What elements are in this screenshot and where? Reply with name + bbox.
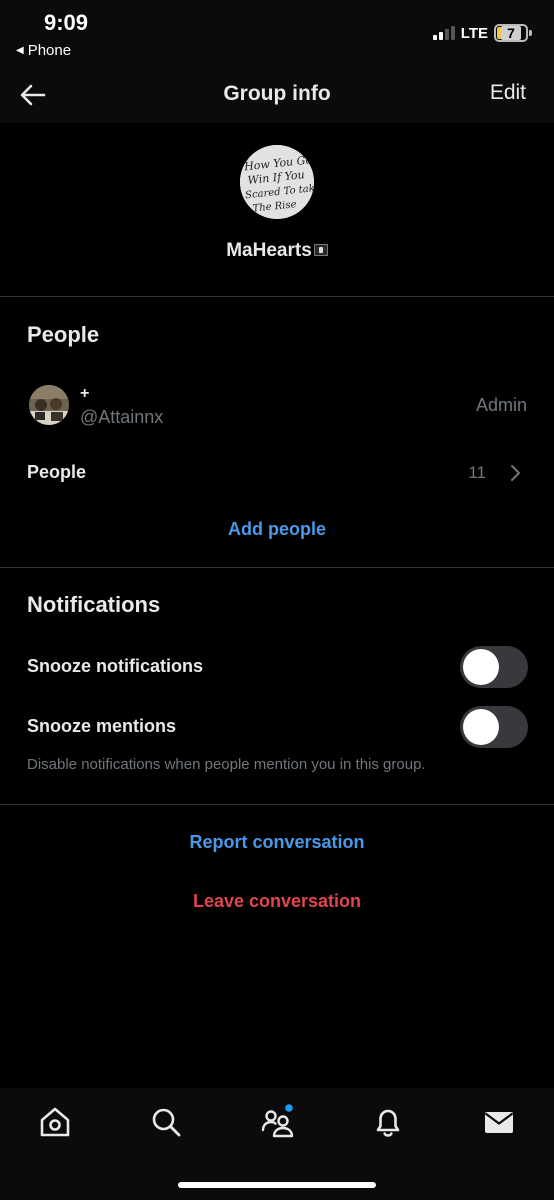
edit-button[interactable]: Edit — [490, 81, 526, 105]
battery-level: 7 — [501, 26, 521, 40]
back-app-label: Phone — [27, 42, 72, 59]
page-title: Group info — [223, 82, 331, 105]
people-list-row[interactable]: People 11 — [0, 450, 554, 496]
chevron-right-icon — [508, 464, 522, 482]
snooze-mentions-hint: Disable notifications when people mentio… — [27, 756, 426, 773]
home-indicator[interactable] — [178, 1182, 376, 1188]
nav-bar: Group info Edit — [0, 68, 554, 123]
people-row-label: People — [27, 462, 87, 482]
member-row[interactable]: + @Attainnx Admin — [0, 375, 554, 437]
section-divider — [0, 567, 554, 568]
back-triangle-icon: ◀ — [16, 45, 24, 56]
back-to-app-link[interactable]: ◀ Phone — [16, 42, 71, 59]
group-name: MaHearts — [0, 240, 554, 262]
leave-conversation-button[interactable]: Leave conversation — [0, 891, 554, 912]
add-people-button[interactable]: Add people — [0, 519, 554, 540]
group-avatar[interactable]: How You Gon Win If You Scared To take Th… — [240, 145, 314, 219]
status-bar: 9:09 ◀ Phone LTE 7 — [0, 0, 554, 68]
snooze-notifications-label: Snooze notifications — [27, 656, 204, 676]
status-time: 9:09 — [44, 10, 89, 35]
notifications-section-title: Notifications — [27, 592, 161, 617]
home-icon[interactable] — [37, 1104, 73, 1140]
snooze-mentions-row: Snooze mentions — [0, 706, 554, 750]
communities-icon[interactable] — [259, 1104, 295, 1140]
snooze-mentions-label: Snooze mentions — [27, 716, 177, 736]
snooze-notifications-toggle[interactable] — [460, 646, 528, 688]
snooze-notifications-row: Snooze notifications — [0, 646, 554, 690]
member-handle: @Attainnx — [80, 407, 164, 427]
people-section-title: People — [27, 322, 100, 347]
section-divider — [0, 804, 554, 805]
signal-icon — [432, 26, 455, 40]
status-indicators: LTE 7 — [432, 24, 532, 42]
notification-dot-icon — [285, 1104, 293, 1112]
messages-icon[interactable] — [481, 1104, 517, 1140]
network-label: LTE — [460, 24, 488, 42]
group-header: How You Gon Win If You Scared To take Th… — [0, 123, 554, 297]
pirate-flag-icon — [313, 244, 328, 256]
member-name: + — [80, 385, 90, 402]
notifications-icon[interactable] — [370, 1104, 406, 1140]
search-icon[interactable] — [148, 1104, 184, 1140]
report-conversation-button[interactable]: Report conversation — [0, 832, 554, 853]
snooze-mentions-toggle[interactable] — [460, 706, 528, 748]
member-role-badge: Admin — [475, 395, 527, 415]
people-count: 11 — [468, 463, 486, 482]
group-name-text: MaHearts — [226, 240, 312, 261]
battery-icon: 7 — [494, 24, 532, 42]
member-avatar — [29, 385, 69, 425]
